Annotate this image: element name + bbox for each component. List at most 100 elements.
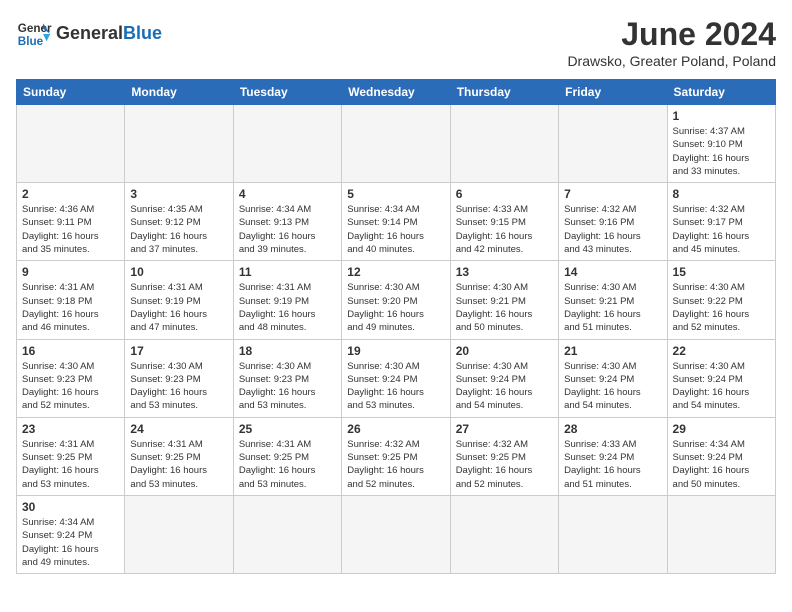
day-info: Sunrise: 4:31 AM Sunset: 9:25 PM Dayligh… [22, 438, 119, 491]
day-number: 8 [673, 187, 770, 201]
calendar-cell [125, 105, 233, 183]
day-number: 9 [22, 265, 119, 279]
day-info: Sunrise: 4:30 AM Sunset: 9:24 PM Dayligh… [673, 360, 770, 413]
day-info: Sunrise: 4:30 AM Sunset: 9:21 PM Dayligh… [456, 281, 553, 334]
day-info: Sunrise: 4:33 AM Sunset: 9:15 PM Dayligh… [456, 203, 553, 256]
calendar-week-row: 23 Sunrise: 4:31 AM Sunset: 9:25 PM Dayli… [17, 417, 776, 495]
day-info: Sunrise: 4:34 AM Sunset: 9:24 PM Dayligh… [673, 438, 770, 491]
svg-text:Blue: Blue [18, 35, 44, 48]
day-number: 11 [239, 265, 336, 279]
calendar-cell [450, 105, 558, 183]
day-number: 27 [456, 422, 553, 436]
day-number: 23 [22, 422, 119, 436]
calendar-week-row: 16 Sunrise: 4:30 AM Sunset: 9:23 PM Dayli… [17, 339, 776, 417]
calendar-cell: 19 Sunrise: 4:30 AM Sunset: 9:24 PM Dayli… [342, 339, 450, 417]
day-number: 21 [564, 344, 661, 358]
calendar-cell: 13Sunrise: 4:30 AM Sunset: 9:21 PM Dayli… [450, 261, 558, 339]
weekday-header-sunday: Sunday [17, 80, 125, 105]
day-number: 20 [456, 344, 553, 358]
calendar-cell: 28 Sunrise: 4:33 AM Sunset: 9:24 PM Dayli… [559, 417, 667, 495]
day-number: 6 [456, 187, 553, 201]
day-info: Sunrise: 4:32 AM Sunset: 9:16 PM Dayligh… [564, 203, 661, 256]
day-info: Sunrise: 4:37 AM Sunset: 9:10 PM Dayligh… [673, 125, 770, 178]
calendar-cell [233, 105, 341, 183]
svg-text:General: General [18, 22, 52, 35]
calendar-cell: 20 Sunrise: 4:30 AM Sunset: 9:24 PM Dayli… [450, 339, 558, 417]
title-block: June 2024 Drawsko, Greater Poland, Polan… [567, 16, 776, 69]
weekday-header-thursday: Thursday [450, 80, 558, 105]
day-info: Sunrise: 4:30 AM Sunset: 9:20 PM Dayligh… [347, 281, 444, 334]
day-number: 5 [347, 187, 444, 201]
calendar-cell: 17Sunrise: 4:30 AM Sunset: 9:23 PM Dayli… [125, 339, 233, 417]
calendar-cell: 5Sunrise: 4:34 AM Sunset: 9:14 PM Daylig… [342, 183, 450, 261]
day-number: 1 [673, 109, 770, 123]
weekday-header-friday: Friday [559, 80, 667, 105]
day-info: Sunrise: 4:33 AM Sunset: 9:24 PM Dayligh… [564, 438, 661, 491]
day-info: Sunrise: 4:31 AM Sunset: 9:18 PM Dayligh… [22, 281, 119, 334]
calendar-week-row: 30Sunrise: 4:34 AM Sunset: 9:24 PM Dayli… [17, 495, 776, 573]
calendar-cell: 1 Sunrise: 4:37 AM Sunset: 9:10 PM Daylig… [667, 105, 775, 183]
calendar-cell: 12 Sunrise: 4:30 AM Sunset: 9:20 PM Dayli… [342, 261, 450, 339]
calendar-cell: 8 Sunrise: 4:32 AM Sunset: 9:17 PM Daylig… [667, 183, 775, 261]
day-number: 30 [22, 500, 119, 514]
day-info: Sunrise: 4:31 AM Sunset: 9:25 PM Dayligh… [239, 438, 336, 491]
day-number: 2 [22, 187, 119, 201]
calendar-cell: 11 Sunrise: 4:31 AM Sunset: 9:19 PM Dayli… [233, 261, 341, 339]
day-number: 16 [22, 344, 119, 358]
calendar-cell: 6 Sunrise: 4:33 AM Sunset: 9:15 PM Daylig… [450, 183, 558, 261]
day-number: 7 [564, 187, 661, 201]
day-number: 29 [673, 422, 770, 436]
calendar-cell: 27 Sunrise: 4:32 AM Sunset: 9:25 PM Dayli… [450, 417, 558, 495]
day-info: Sunrise: 4:32 AM Sunset: 9:17 PM Dayligh… [673, 203, 770, 256]
day-number: 12 [347, 265, 444, 279]
calendar-cell [17, 105, 125, 183]
month-title: June 2024 [567, 16, 776, 53]
weekday-header-row: SundayMondayTuesdayWednesdayThursdayFrid… [17, 80, 776, 105]
calendar-cell: 15Sunrise: 4:30 AM Sunset: 9:22 PM Dayli… [667, 261, 775, 339]
day-number: 24 [130, 422, 227, 436]
day-info: Sunrise: 4:35 AM Sunset: 9:12 PM Dayligh… [130, 203, 227, 256]
day-info: Sunrise: 4:30 AM Sunset: 9:23 PM Dayligh… [130, 360, 227, 413]
page-header: General Blue GeneralBlue June 2024 Draws… [16, 16, 776, 69]
day-number: 4 [239, 187, 336, 201]
day-number: 22 [673, 344, 770, 358]
calendar-cell: 7 Sunrise: 4:32 AM Sunset: 9:16 PM Daylig… [559, 183, 667, 261]
calendar-cell [559, 495, 667, 573]
day-number: 10 [130, 265, 227, 279]
calendar-cell: 21Sunrise: 4:30 AM Sunset: 9:24 PM Dayli… [559, 339, 667, 417]
calendar-cell: 25 Sunrise: 4:31 AM Sunset: 9:25 PM Dayli… [233, 417, 341, 495]
day-number: 14 [564, 265, 661, 279]
calendar-cell [450, 495, 558, 573]
day-number: 19 [347, 344, 444, 358]
day-info: Sunrise: 4:31 AM Sunset: 9:19 PM Dayligh… [130, 281, 227, 334]
calendar-cell [125, 495, 233, 573]
calendar-cell: 14 Sunrise: 4:30 AM Sunset: 9:21 PM Dayli… [559, 261, 667, 339]
calendar-cell: 9 Sunrise: 4:31 AM Sunset: 9:18 PM Daylig… [17, 261, 125, 339]
weekday-header-saturday: Saturday [667, 80, 775, 105]
day-info: Sunrise: 4:30 AM Sunset: 9:23 PM Dayligh… [22, 360, 119, 413]
calendar-cell [342, 105, 450, 183]
logo: General Blue GeneralBlue [16, 16, 162, 52]
day-number: 15 [673, 265, 770, 279]
weekday-header-tuesday: Tuesday [233, 80, 341, 105]
location-subtitle: Drawsko, Greater Poland, Poland [567, 53, 776, 69]
calendar-cell: 30Sunrise: 4:34 AM Sunset: 9:24 PM Dayli… [17, 495, 125, 573]
logo-icon: General Blue [16, 16, 52, 52]
calendar-cell [233, 495, 341, 573]
day-number: 28 [564, 422, 661, 436]
day-number: 18 [239, 344, 336, 358]
calendar-cell: 23 Sunrise: 4:31 AM Sunset: 9:25 PM Dayli… [17, 417, 125, 495]
day-number: 25 [239, 422, 336, 436]
calendar-cell: 10 Sunrise: 4:31 AM Sunset: 9:19 PM Dayli… [125, 261, 233, 339]
day-info: Sunrise: 4:30 AM Sunset: 9:23 PM Dayligh… [239, 360, 336, 413]
day-info: Sunrise: 4:32 AM Sunset: 9:25 PM Dayligh… [456, 438, 553, 491]
day-info: Sunrise: 4:31 AM Sunset: 9:19 PM Dayligh… [239, 281, 336, 334]
day-info: Sunrise: 4:30 AM Sunset: 9:24 PM Dayligh… [347, 360, 444, 413]
calendar-week-row: 2Sunrise: 4:36 AM Sunset: 9:11 PM Daylig… [17, 183, 776, 261]
calendar-cell: 24Sunrise: 4:31 AM Sunset: 9:25 PM Dayli… [125, 417, 233, 495]
day-info: Sunrise: 4:30 AM Sunset: 9:21 PM Dayligh… [564, 281, 661, 334]
day-info: Sunrise: 4:34 AM Sunset: 9:13 PM Dayligh… [239, 203, 336, 256]
calendar-cell: 18 Sunrise: 4:30 AM Sunset: 9:23 PM Dayli… [233, 339, 341, 417]
day-info: Sunrise: 4:30 AM Sunset: 9:24 PM Dayligh… [456, 360, 553, 413]
day-number: 26 [347, 422, 444, 436]
